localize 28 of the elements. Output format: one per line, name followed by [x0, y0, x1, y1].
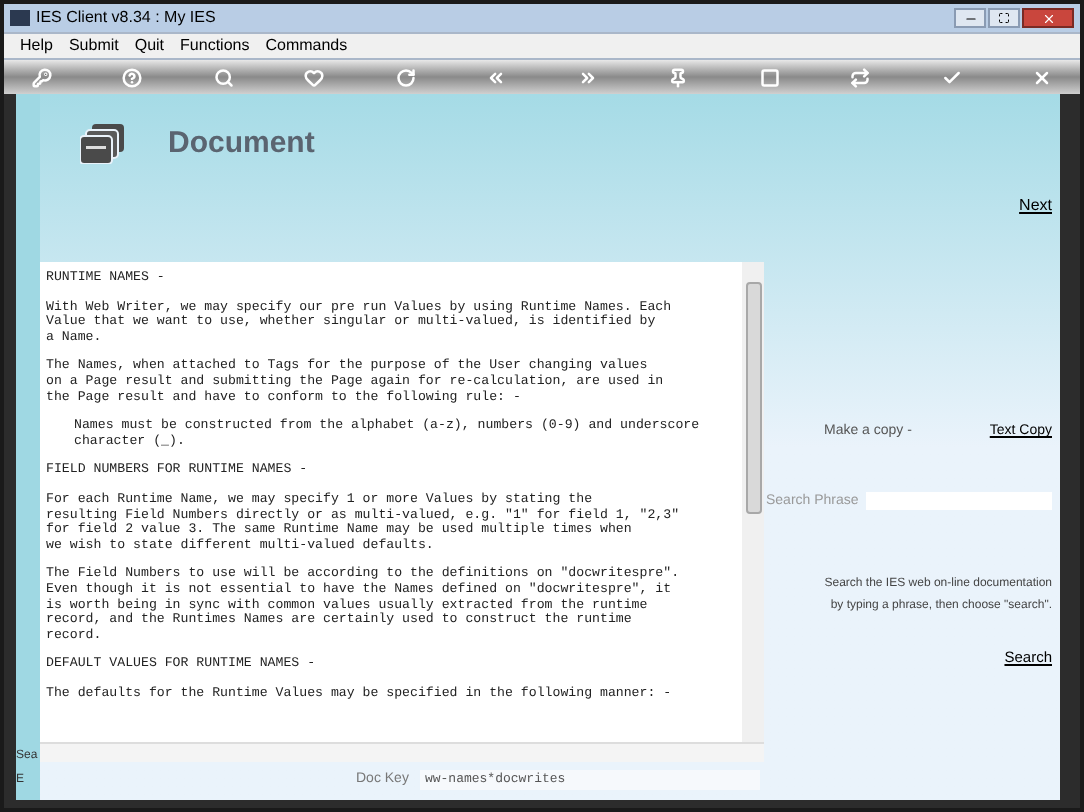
document-stack-icon: [80, 124, 124, 164]
search-icon[interactable]: [213, 67, 234, 87]
horizontal-scrollbar[interactable]: [40, 742, 764, 762]
double-right-icon[interactable]: [577, 67, 598, 87]
key-icon[interactable]: [32, 67, 52, 87]
close-button[interactable]: [1022, 8, 1074, 28]
refresh-icon[interactable]: [395, 67, 416, 87]
menu-item[interactable]: Quit: [134, 34, 165, 58]
square-icon[interactable]: [759, 67, 780, 87]
app-icon: [10, 10, 30, 26]
check-icon[interactable]: [941, 67, 962, 87]
menu-item[interactable]: Help: [20, 34, 53, 58]
minimize-button[interactable]: [954, 8, 986, 28]
close-icon: [1041, 11, 1055, 25]
close-icon[interactable]: [1031, 67, 1052, 87]
swap-icon[interactable]: [850, 67, 871, 87]
help-icon[interactable]: [122, 67, 143, 87]
double-left-icon[interactable]: [486, 67, 507, 87]
maximize-button[interactable]: [988, 8, 1020, 28]
menu-item[interactable]: Submit: [68, 34, 119, 58]
next-link[interactable]: Next: [1019, 194, 1052, 218]
heart-icon[interactable]: [304, 67, 325, 87]
menu-item[interactable]: Commands: [265, 34, 348, 58]
menu-item[interactable]: Functions: [180, 34, 250, 58]
pin-icon[interactable]: [668, 67, 689, 87]
vertical-scrollbar[interactable]: [742, 262, 764, 742]
window-title: IES Client v8.34 : My IES: [36, 6, 216, 30]
page-title: Document: [168, 123, 315, 164]
